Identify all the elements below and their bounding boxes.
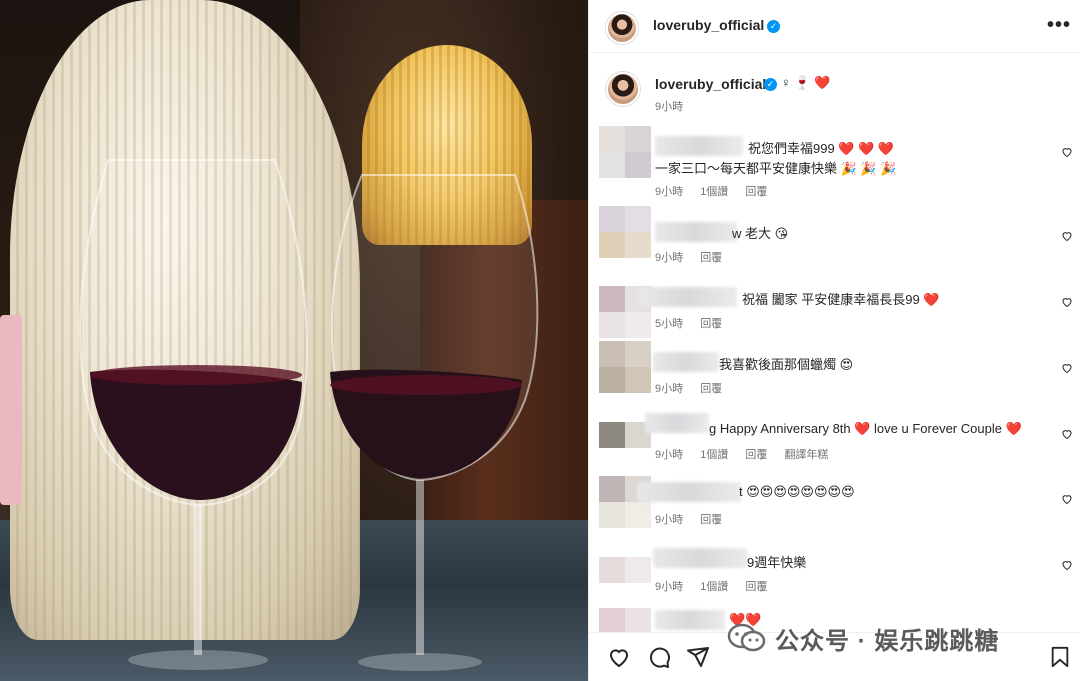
blurred-username — [655, 610, 725, 630]
comment-avatar[interactable] — [599, 545, 651, 583]
heart-icon[interactable] — [1061, 296, 1073, 308]
post-side-panel: loveruby_official ✓ ••• loveruby_officia… — [588, 0, 1080, 681]
heart-icon[interactable] — [1061, 362, 1073, 374]
caption-emoji: ♀ 🍷 ❤️ — [781, 75, 831, 90]
reply-button[interactable]: 回覆 — [700, 318, 722, 330]
reply-button[interactable]: 回覆 — [745, 186, 767, 198]
heart-icon[interactable] — [1061, 428, 1073, 440]
comment-time: 9小時 — [655, 383, 684, 395]
comment-meta: 9小時 回覆 — [655, 249, 736, 265]
translate-button[interactable]: 翻譯年糕 — [784, 449, 828, 461]
comment-text: 祝福 闔家 平安健康幸福長長99 ❤️ — [742, 292, 940, 307]
blurred-username — [645, 413, 709, 433]
verified-icon: ✓ — [764, 78, 777, 91]
comment-text: g Happy Anniversary 8th ❤️ love u Foreve… — [709, 421, 1022, 436]
comment-icon[interactable] — [647, 645, 671, 669]
comment-avatar[interactable] — [599, 206, 651, 258]
comment-avatar[interactable] — [599, 608, 651, 634]
comment-meta: 9小時 1個讚 回覆 — [655, 183, 781, 199]
comment-time: 9小時 — [655, 581, 684, 593]
like-icon[interactable] — [607, 645, 631, 669]
comment-meta: 9小時 回覆 — [655, 380, 736, 396]
watermark: 公众号 · 娱乐跳跳糖 — [727, 618, 999, 658]
blurred-username — [653, 548, 747, 568]
reply-button[interactable]: 回覆 — [700, 514, 722, 526]
blurred-username — [655, 136, 743, 156]
reply-button[interactable]: 回覆 — [700, 252, 722, 264]
verified-icon: ✓ — [767, 20, 780, 33]
heart-icon[interactable] — [1061, 230, 1073, 242]
reply-button[interactable]: 回覆 — [745, 581, 767, 593]
comment-avatar[interactable] — [599, 341, 651, 393]
comment-time: 9小時 — [655, 449, 684, 461]
caption-time: 9小時 — [655, 101, 684, 113]
comment-text: t 😍😍😍😍😍😍😍😍 — [739, 484, 855, 499]
bookmark-icon[interactable] — [1049, 645, 1071, 669]
header-username[interactable]: loveruby_official — [653, 17, 764, 33]
blurred-username — [637, 482, 741, 502]
blurred-username — [655, 222, 737, 242]
wechat-icon — [727, 623, 767, 653]
comment-likes[interactable]: 1個讚 — [700, 581, 728, 593]
comment-time: 9小時 — [655, 186, 684, 198]
caption-username[interactable]: loveruby_official — [655, 76, 766, 92]
reply-button[interactable]: 回覆 — [745, 449, 767, 461]
comment-text: 我喜歡後面那個蠟燭 😍 — [719, 357, 854, 372]
comment-text: 祝您們幸福999 ❤️ ❤️ ❤️ — [748, 141, 895, 156]
comment-text: w 老大 😘 — [732, 226, 789, 241]
comment-avatar[interactable] — [599, 126, 651, 178]
comment-meta: 9小時 1個讚 回覆 — [655, 578, 781, 594]
blurred-username — [639, 287, 737, 307]
heart-icon[interactable] — [1061, 559, 1073, 571]
comment-meta: 9小時 回覆 — [655, 511, 736, 527]
comment-time: 5小時 — [655, 318, 684, 330]
comment-likes[interactable]: 1個讚 — [700, 186, 728, 198]
comment-meta: 9小時 1個讚 回覆 翻譯年糕 — [655, 446, 842, 462]
comment-text: 9週年快樂 — [747, 555, 807, 570]
blurred-username — [653, 352, 719, 372]
comment-text: 一家三口～每天都平安健康快樂 🎉 🎉 🎉 — [655, 161, 897, 176]
reply-button[interactable]: 回覆 — [700, 383, 722, 395]
comment-meta: 5小時 回覆 — [655, 315, 736, 331]
more-icon[interactable]: ••• — [1047, 14, 1071, 37]
comment-likes[interactable]: 1個讚 — [700, 449, 728, 461]
post-header: loveruby_official ✓ ••• — [589, 0, 1080, 53]
heart-icon[interactable] — [1061, 493, 1073, 505]
wine-glasses — [79, 159, 539, 671]
comment-time: 9小時 — [655, 252, 684, 264]
comment-time: 9小時 — [655, 514, 684, 526]
heart-icon[interactable] — [1061, 146, 1073, 158]
caption-avatar[interactable] — [606, 72, 640, 106]
share-icon[interactable] — [686, 645, 710, 669]
avatar[interactable] — [606, 12, 638, 44]
watermark-text: 公众号 · 娱乐跳跳糖 — [775, 627, 1000, 655]
comment-avatar[interactable] — [599, 410, 651, 448]
post-photo[interactable] — [0, 0, 588, 681]
